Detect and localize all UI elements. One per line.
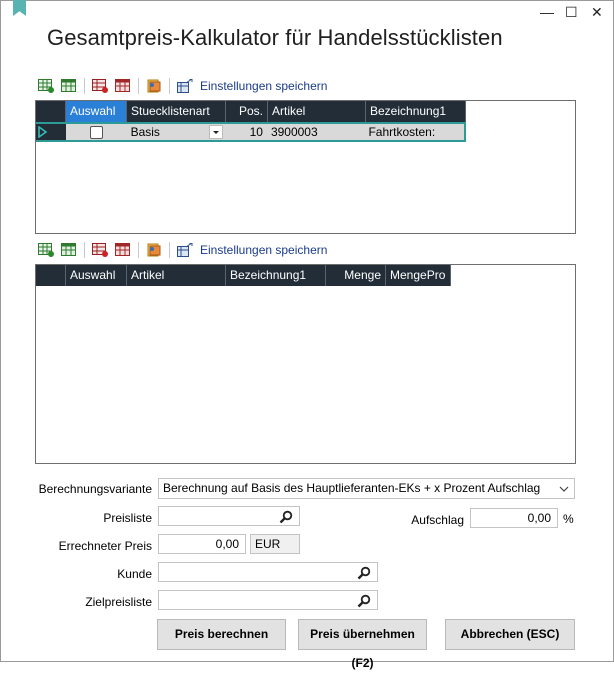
toolbar-separator (138, 242, 139, 258)
grid-red-icon[interactable] (115, 243, 131, 257)
toolbar-bottom: Einstellungen speichern (38, 241, 327, 259)
toolbar-top: Einstellungen speichern (38, 77, 327, 95)
cell-bezeichnung1[interactable]: Fahrtkosten: (364, 124, 464, 140)
grid-top-header: Auswahl Stuecklistenart Pos. Artikel Bez… (36, 101, 466, 122)
preis-berechnen-button[interactable]: Preis berechnen (157, 619, 286, 650)
save-settings-link-top[interactable]: Einstellungen speichern (200, 79, 327, 93)
grid-bottom-indicator-header (36, 265, 66, 286)
cell-pos[interactable]: 10 (225, 124, 267, 140)
preis-uebernehmen-button[interactable]: Preis übernehmen (F2) (298, 619, 427, 670)
toolbar-separator (169, 242, 170, 258)
currency-field: EUR (250, 534, 300, 554)
cell-artikel[interactable]: 3900003 (266, 124, 365, 140)
grid-top-indicator-header (36, 101, 66, 122)
cell-stuecklistenart[interactable]: Basis (126, 124, 226, 140)
column-header-menge[interactable]: Menge (326, 265, 386, 286)
search-icon[interactable] (279, 510, 293, 524)
berechnungsvariante-value: Berechnung auf Basis des Hauptlieferante… (163, 481, 541, 495)
layout-reset-icon[interactable] (146, 79, 162, 93)
abbrechen-button[interactable]: Abbrechen (ESC) (445, 619, 575, 650)
grid-red-icon[interactable] (115, 79, 131, 93)
aufschlag-value: 0,00 (527, 511, 551, 525)
currency-value: EUR (255, 537, 281, 551)
column-header-bezeichnung1[interactable]: Bezeichnung1 (366, 101, 466, 122)
berechnungsvariante-select[interactable]: Berechnung auf Basis des Hauptlieferante… (158, 478, 575, 499)
table-row[interactable]: Basis 10 3900003 Fahrtkosten: (36, 122, 466, 142)
errechneter-preis-field: 0,00 (158, 534, 246, 554)
grid-top[interactable]: Auswahl Stuecklistenart Pos. Artikel Bez… (35, 100, 576, 234)
close-button[interactable]: ✕ (591, 4, 603, 20)
row-pointer-icon (38, 126, 48, 138)
preisliste-input[interactable] (158, 506, 300, 526)
toolbar-separator (169, 78, 170, 94)
toolbar-separator (84, 242, 85, 258)
auswahl-checkbox[interactable] (89, 126, 103, 139)
column-header-auswahl[interactable]: Auswahl (66, 265, 127, 286)
column-header-artikel[interactable]: Artikel (268, 101, 366, 122)
column-header-bezeichnung1[interactable]: Bezeichnung1 (226, 265, 326, 286)
chevron-down-icon (559, 486, 569, 492)
aufschlag-input[interactable]: 0,00 (470, 508, 558, 528)
zielpreisliste-input[interactable] (158, 590, 378, 610)
zielpreisliste-label: Zielpreisliste (85, 595, 152, 609)
grid-delete-icon[interactable] (92, 243, 108, 257)
grid-add-icon[interactable] (38, 79, 54, 93)
aufschlag-label: Aufschlag (411, 513, 464, 527)
grid-icon[interactable] (61, 243, 77, 257)
column-header-mengepro[interactable]: MengePro (386, 265, 451, 286)
preisliste-label: Preisliste (103, 511, 152, 525)
grid-icon[interactable] (61, 79, 77, 93)
column-header-stuecklistenart[interactable]: Stuecklistenart (127, 101, 226, 122)
grid-bottom-header: Auswahl Artikel Bezeichnung1 Menge Menge… (36, 265, 451, 286)
aufschlag-unit: % (563, 512, 574, 526)
window-title: Gesamtpreis-Kalkulator für Handelsstückl… (47, 25, 503, 50)
minimize-button[interactable]: — (540, 4, 554, 20)
column-header-artikel[interactable]: Artikel (127, 265, 226, 286)
grid-bottom[interactable]: Auswahl Artikel Bezeichnung1 Menge Menge… (35, 264, 576, 464)
grid-add-icon[interactable] (38, 243, 54, 257)
search-icon[interactable] (357, 594, 371, 608)
row-indicator (36, 124, 66, 140)
stuecklistenart-value: Basis (130, 125, 160, 139)
save-settings-icon[interactable] (177, 78, 193, 93)
dropdown-button[interactable] (209, 125, 224, 139)
chevron-down-icon (213, 131, 220, 134)
kunde-input[interactable] (158, 562, 378, 582)
errechneter-preis-label: Errechneter Preis (58, 539, 152, 553)
grid-delete-icon[interactable] (92, 79, 108, 93)
save-settings-icon[interactable] (177, 242, 193, 257)
column-header-auswahl[interactable]: Auswahl (66, 101, 127, 122)
toolbar-separator (138, 78, 139, 94)
save-settings-link-bottom[interactable]: Einstellungen speichern (200, 243, 327, 257)
layout-reset-icon[interactable] (146, 243, 162, 257)
kunde-label: Kunde (117, 567, 152, 581)
column-header-pos[interactable]: Pos. (226, 101, 268, 122)
toolbar-separator (84, 78, 85, 94)
errechneter-preis-value: 0,00 (215, 537, 239, 551)
search-icon[interactable] (357, 566, 371, 580)
berechnungsvariante-label: Berechnungsvariante (38, 482, 152, 496)
maximize-button[interactable]: ☐ (565, 4, 578, 20)
cell-auswahl[interactable] (65, 124, 127, 140)
